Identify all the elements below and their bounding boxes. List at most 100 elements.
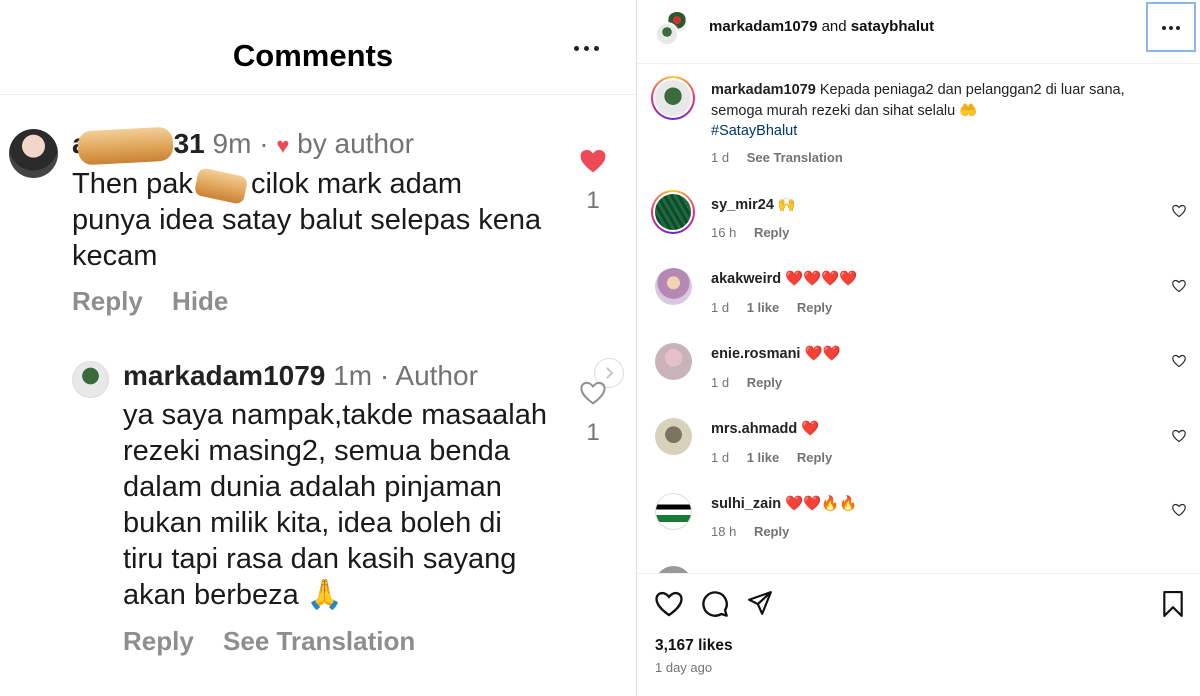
reply-button[interactable]: Reply <box>797 300 832 315</box>
comment-text: 🙌 <box>777 197 796 213</box>
comment-username[interactable]: enie.rosmani <box>711 346 800 362</box>
reply-line: tiru tapi rasa dan kasih sayang <box>123 543 517 575</box>
comment-meta: 1 d Reply <box>711 375 782 390</box>
reply-line: bukan milik kita, idea boleh di <box>123 507 502 539</box>
caption-avatar[interactable] <box>651 76 695 120</box>
liked-heart-icon[interactable] <box>580 149 606 173</box>
author-username[interactable]: markadam1079 <box>123 360 325 391</box>
author-badge: Author <box>395 360 478 391</box>
commenter-avatar[interactable] <box>655 493 692 530</box>
like-comment-icon[interactable] <box>1172 429 1186 443</box>
comments-panel: Comments a31 9m · ♥ by author Then pak c… <box>0 0 636 696</box>
comment-body-line2: punya idea satay balut selepas kena <box>72 204 542 236</box>
page-title: Comments <box>232 38 394 73</box>
commenter-avatar[interactable] <box>655 268 692 305</box>
comment-line: akakweird ❤️❤️❤️❤️ <box>711 270 857 287</box>
save-bookmark-icon[interactable] <box>1162 591 1184 617</box>
reply-line: ya saya nampak,takde masaalah <box>123 399 547 431</box>
more-options-icon[interactable] <box>574 46 600 54</box>
commenter-avatar[interactable] <box>9 129 58 178</box>
collaborator-link[interactable]: sataybhalut <box>851 18 934 35</box>
comment-time: 1 d <box>711 375 730 390</box>
reply-line: rezeki masing2, semua benda <box>123 435 510 467</box>
comment-body-line1: cilok mark adam <box>242 168 463 200</box>
caption-time: 1 d <box>711 150 730 165</box>
clipped-comment-row <box>655 566 1175 573</box>
comment-meta: 1 d 1 like Reply <box>711 300 832 315</box>
like-comment-icon[interactable] <box>1172 503 1186 517</box>
likes-count[interactable]: 3,167 likes <box>655 637 733 655</box>
comment-time: 18 h <box>711 524 737 539</box>
comment-line: mrs.ahmadd ❤️ <box>711 420 819 437</box>
comment-icon[interactable] <box>701 590 729 618</box>
author-avatar[interactable] <box>72 361 109 398</box>
comment-text: ❤️ <box>801 421 820 437</box>
like-comment-icon[interactable] <box>1172 354 1186 368</box>
share-icon[interactable] <box>747 590 773 616</box>
like-comment-icon[interactable] <box>1172 279 1186 293</box>
comment-likes[interactable]: 1 like <box>747 450 780 465</box>
more-options-button[interactable] <box>1146 2 1196 52</box>
comment-body-start: Then pak <box>72 168 193 200</box>
reply-button[interactable]: Reply <box>754 524 789 539</box>
commenter-avatar[interactable] <box>655 343 692 380</box>
like-comment-icon[interactable] <box>1172 204 1186 218</box>
reply-button[interactable]: Reply <box>754 225 789 240</box>
collab-avatars[interactable] <box>655 10 691 48</box>
hide-button[interactable]: Hide <box>172 286 228 316</box>
reply-button[interactable]: Reply <box>797 450 832 465</box>
post-timestamp: 1 day ago <box>655 660 713 675</box>
and-label: and <box>821 18 847 35</box>
comment-line: sulhi_zain ❤️❤️🔥🔥 <box>711 495 857 512</box>
post-caption: markadam1079 Kepada peniaga2 dan pelangg… <box>711 80 1141 142</box>
comment-line: sy_mir24 🙌 <box>711 196 796 213</box>
reply-like-count: 1 <box>586 419 600 446</box>
see-translation-button[interactable]: See Translation <box>747 150 843 165</box>
bread-emoji-redaction <box>77 126 174 166</box>
separator: · <box>251 128 277 159</box>
reply-line: dalam dunia adalah pinjaman <box>123 471 502 503</box>
comment-username[interactable]: sulhi_zain <box>711 496 781 512</box>
reply-body: ya saya nampak,takde masaalah rezeki mas… <box>123 397 583 613</box>
comment-line: enie.rosmani ❤️❤️ <box>711 345 841 362</box>
comment-body: Then pak cilok mark adam punya idea sata… <box>72 166 572 274</box>
post-authors: markadam1079 and sataybhalut <box>709 18 934 35</box>
reply-button[interactable]: Reply <box>747 375 782 390</box>
like-icon[interactable] <box>655 591 683 617</box>
commenter-avatar[interactable] <box>655 418 692 455</box>
comment-body-line3: kecam <box>72 240 158 272</box>
comment-username[interactable]: sy_mir24 <box>711 197 774 213</box>
comment-time: 1 d <box>711 450 730 465</box>
reply-button[interactable]: Reply <box>123 626 194 656</box>
hashtag-link[interactable]: #SatayBhalut <box>711 123 797 139</box>
author-link[interactable]: markadam1079 <box>709 18 817 35</box>
separator: · <box>372 360 396 391</box>
reply-button[interactable]: Reply <box>72 286 143 316</box>
comment-time: 16 h <box>711 225 737 240</box>
comment-time: 9m <box>212 128 252 159</box>
comment-meta: 18 h Reply <box>711 524 789 539</box>
caption-username[interactable]: markadam1079 <box>711 82 816 98</box>
avatar <box>655 22 679 46</box>
caption-meta: 1 d See Translation <box>711 150 843 165</box>
post-header: markadam1079 and sataybhalut <box>637 0 1200 64</box>
liked-heart-icon: ♥ <box>276 133 290 158</box>
commenter-username-end[interactable]: 31 <box>174 128 205 159</box>
comment-text: ❤️❤️ <box>804 346 841 362</box>
comment-username[interactable]: mrs.ahmadd <box>711 421 797 437</box>
commenter-avatar[interactable] <box>651 190 695 234</box>
comment-username[interactable]: akakweird <box>711 271 781 287</box>
reply-header: markadam1079 1m · Author <box>123 360 478 392</box>
comment-like-count: 1 <box>586 187 600 214</box>
post-panel: markadam1079 and sataybhalut markadam107… <box>636 0 1200 696</box>
reply-actions: Reply See Translation <box>123 626 437 657</box>
post-actions: 3,167 likes 1 day ago <box>637 573 1200 696</box>
see-translation-button[interactable]: See Translation <box>223 626 415 656</box>
comment-likes[interactable]: 1 like <box>747 300 780 315</box>
liked-by-author-label: by author <box>297 128 414 159</box>
comment-meta: 16 h Reply <box>711 225 789 240</box>
comment-text: ❤️❤️🔥🔥 <box>785 496 858 512</box>
comment-time: 1 d <box>711 300 730 315</box>
comments-header: Comments <box>0 0 636 95</box>
heart-outline-icon[interactable] <box>580 381 606 405</box>
